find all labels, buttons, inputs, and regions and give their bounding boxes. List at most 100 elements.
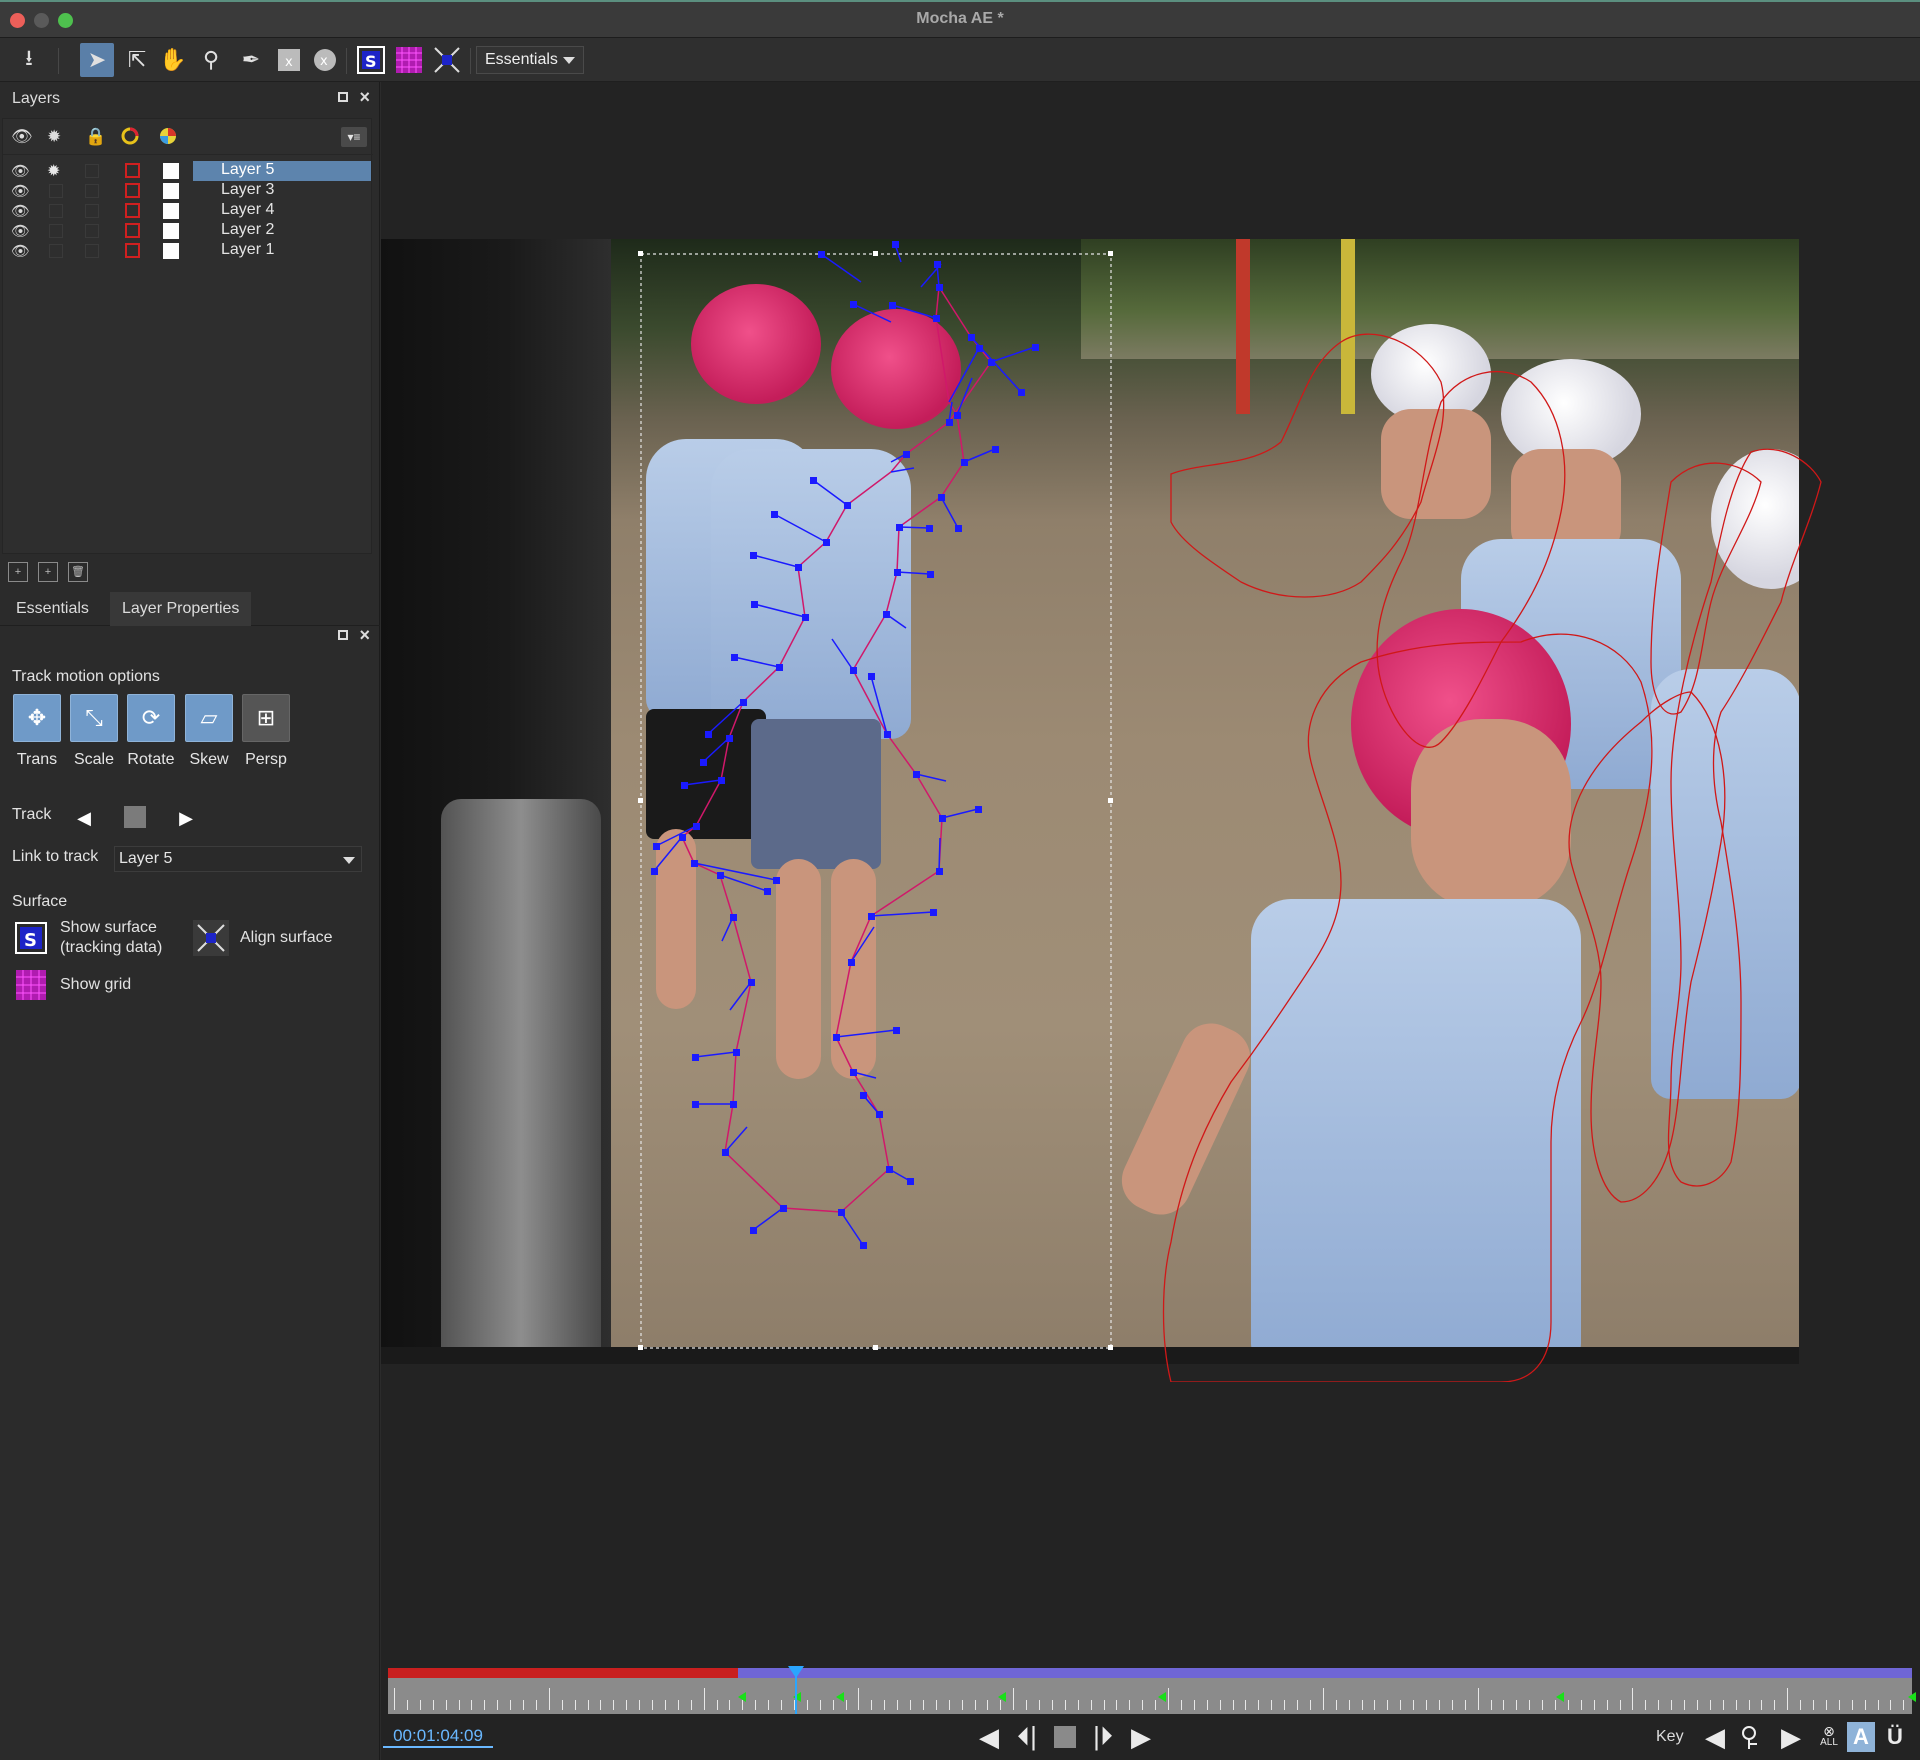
playhead-handle[interactable]	[788, 1666, 804, 1678]
layer-row[interactable]: 👁 Layer 1	[3, 241, 373, 261]
spline-color-swatch[interactable]	[125, 163, 140, 178]
tab-layer-properties[interactable]: Layer Properties	[110, 592, 252, 626]
close-panel-icon[interactable]: ×	[359, 87, 370, 108]
spline-color-swatch[interactable]	[125, 243, 140, 258]
new-group-icon[interactable]: +	[8, 562, 28, 582]
lock-toggle[interactable]	[85, 244, 99, 258]
timeline-ruler[interactable]	[388, 1678, 1916, 1714]
layer-row[interactable]: 👁 Layer 2	[3, 221, 373, 241]
color-wheel-icon[interactable]	[121, 127, 139, 150]
layer-name[interactable]: Layer 2	[193, 221, 371, 241]
matte-color-swatch[interactable]	[163, 203, 179, 219]
play-forwards-button[interactable]: ▶	[1124, 1722, 1158, 1752]
rotate-button[interactable]: ⟳	[127, 694, 175, 742]
lock-toggle[interactable]	[85, 184, 99, 198]
persp-button[interactable]: ⊞	[242, 694, 290, 742]
visibility-icon[interactable]: 👁	[11, 127, 33, 147]
show-surface-button[interactable]: S	[13, 920, 49, 956]
float-panel-icon[interactable]	[338, 92, 348, 102]
scale-button[interactable]: ⤡	[70, 694, 118, 742]
visibility-icon[interactable]: 👁	[11, 242, 30, 260]
autokey-button[interactable]: A	[1847, 1722, 1875, 1752]
track-backwards-button[interactable]: ◀	[70, 804, 98, 832]
matte-color-swatch[interactable]	[163, 243, 179, 259]
matte-color-swatch[interactable]	[163, 223, 179, 239]
left-panel: Layers × 👁 ✹ 🔒 ▾≡ 👁 ✹ Layer 5 👁 Layer 3 …	[0, 82, 380, 1760]
lock-toggle[interactable]	[85, 204, 99, 218]
align-icon[interactable]	[430, 43, 464, 77]
ruler-tick	[1761, 1700, 1763, 1710]
stop-button[interactable]	[1048, 1722, 1082, 1752]
step-back-button[interactable]: ⏴|	[1010, 1721, 1044, 1752]
cog-icon[interactable]: ✹	[47, 127, 61, 147]
visibility-icon[interactable]: 👁	[11, 182, 30, 200]
step-forward-button[interactable]: |⏵	[1086, 1721, 1120, 1752]
lock-toggle[interactable]	[85, 224, 99, 238]
track-forwards-button[interactable]: ▶	[172, 804, 200, 832]
add-keyframe-icon[interactable]	[1736, 1722, 1770, 1752]
keyframe-marker[interactable]	[836, 1692, 844, 1702]
layer-name[interactable]: Layer 4	[193, 201, 371, 221]
pick-tool-icon[interactable]: ➤	[80, 43, 114, 77]
spline-color-swatch[interactable]	[125, 223, 140, 238]
keyframe-marker[interactable]	[738, 1692, 746, 1702]
skew-button[interactable]: ▱	[185, 694, 233, 742]
visibility-icon[interactable]: 👁	[11, 222, 30, 240]
cog-toggle[interactable]	[49, 244, 63, 258]
trans-button[interactable]: ✥	[13, 694, 61, 742]
surface-icon[interactable]: S	[354, 43, 388, 77]
align-surface-label: Align surface	[240, 929, 333, 946]
cog-toggle[interactable]	[49, 224, 63, 238]
pen-icon[interactable]: ✒	[234, 43, 268, 77]
visibility-icon[interactable]: 👁	[11, 162, 30, 180]
u-button[interactable]: Ü	[1878, 1722, 1912, 1752]
add-point-icon[interactable]: ⇱	[120, 43, 154, 77]
trash-icon[interactable]: 🗑	[68, 562, 88, 582]
layers-menu-button[interactable]: ▾≡	[341, 127, 367, 147]
link-to-track-select[interactable]: Layer 5	[114, 846, 362, 872]
layer-row[interactable]: 👁 ✹ Layer 5	[3, 161, 373, 181]
align-surface-button[interactable]	[193, 920, 229, 956]
hand-icon[interactable]: ✋	[156, 43, 190, 77]
matte-color-icon[interactable]	[159, 127, 177, 150]
layer-name[interactable]: Layer 5	[193, 161, 371, 181]
duplicate-layer-icon[interactable]: +	[38, 562, 58, 582]
close-panel-icon[interactable]: ×	[359, 625, 370, 646]
layer-name[interactable]: Layer 3	[193, 181, 371, 201]
layer-name[interactable]: Layer 1	[193, 241, 371, 261]
float-panel-icon[interactable]	[338, 630, 348, 640]
play-backwards-button[interactable]: ◀	[972, 1722, 1006, 1752]
show-grid-button[interactable]	[13, 967, 49, 1003]
previous-keyframe-button[interactable]: ◀	[1698, 1722, 1732, 1752]
stop-tracking-button[interactable]	[124, 806, 146, 828]
bezier-icon[interactable]: x	[308, 43, 342, 77]
delete-all-keys-button[interactable]: ⊗ ALL	[1812, 1722, 1846, 1752]
keyframe-marker[interactable]	[1556, 1692, 1564, 1702]
lock-icon[interactable]: 🔒	[85, 127, 106, 147]
cog-icon[interactable]: ✹	[47, 161, 60, 181]
keyframe-marker[interactable]	[998, 1692, 1006, 1702]
spline-color-swatch[interactable]	[125, 183, 140, 198]
next-keyframe-button[interactable]: ▶	[1774, 1722, 1808, 1752]
matte-color-swatch[interactable]	[163, 163, 179, 179]
lock-toggle[interactable]	[85, 164, 99, 178]
spline-overlay[interactable]	[381, 82, 1920, 1382]
viewer-canvas[interactable]	[381, 82, 1920, 1670]
matte-color-swatch[interactable]	[163, 183, 179, 199]
timecode-field[interactable]: 00:01:04:09	[383, 1724, 493, 1748]
keyframe-marker[interactable]	[1908, 1692, 1916, 1702]
layer-row[interactable]: 👁 Layer 3	[3, 181, 373, 201]
workspace-select[interactable]: Essentials	[476, 46, 584, 74]
layer-row[interactable]: 👁 Layer 4	[3, 201, 373, 221]
visibility-icon[interactable]: 👁	[11, 202, 30, 220]
tab-essentials[interactable]: Essentials	[4, 592, 101, 626]
zoom-icon[interactable]: ⚲	[194, 43, 228, 77]
save-icon[interactable]: ⭳	[12, 43, 46, 77]
cog-toggle[interactable]	[49, 184, 63, 198]
keyframe-marker[interactable]	[1158, 1692, 1166, 1702]
ruler-tick	[1580, 1700, 1582, 1710]
spline-color-swatch[interactable]	[125, 203, 140, 218]
x-spline-icon[interactable]: x	[272, 43, 306, 77]
grid-icon[interactable]	[392, 43, 426, 77]
cog-toggle[interactable]	[49, 204, 63, 218]
